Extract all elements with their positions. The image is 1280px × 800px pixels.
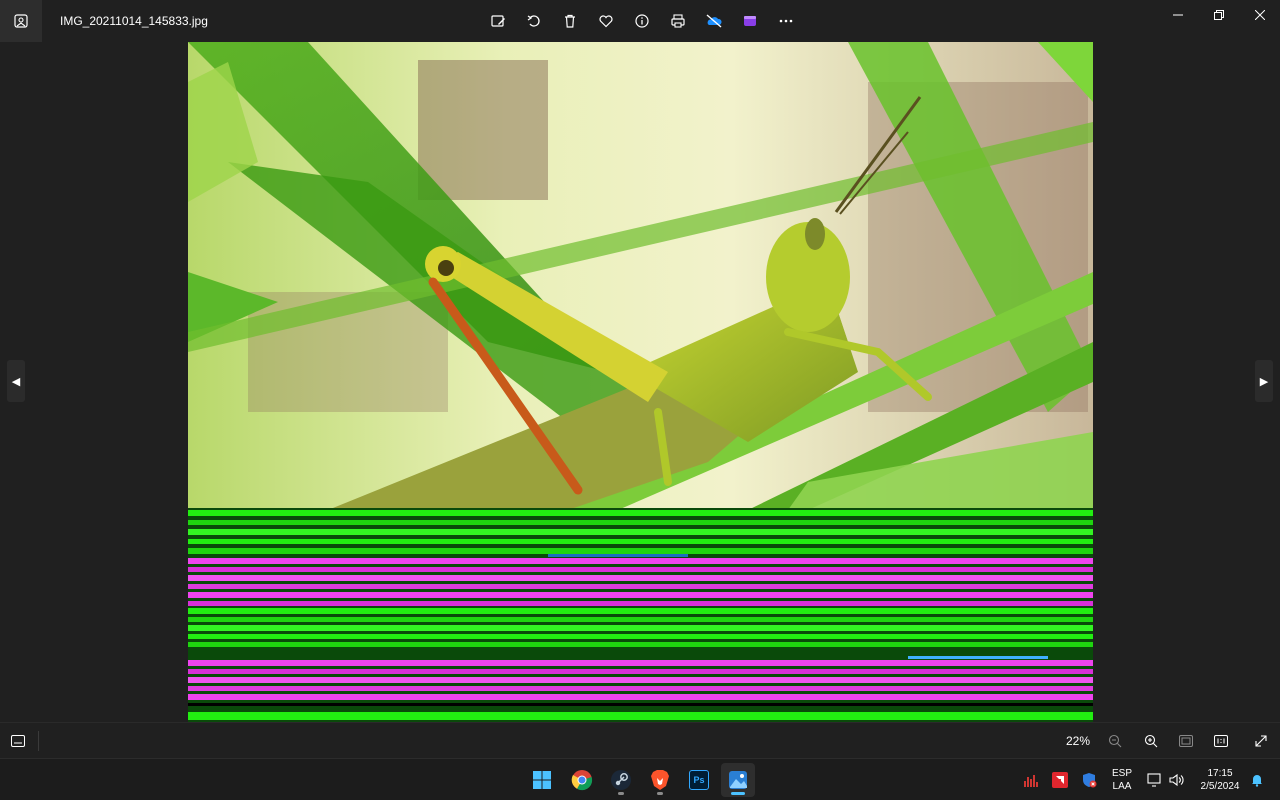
network-icon[interactable] (1146, 771, 1164, 789)
clock-date: 2/5/2024 (1200, 781, 1240, 792)
zoom-out-icon[interactable] (1104, 730, 1126, 752)
chrome-app[interactable] (565, 763, 599, 797)
steam-icon (611, 770, 631, 790)
chrome-icon (571, 770, 593, 791)
photo-canvas[interactable] (188, 42, 1093, 722)
security-warning-icon[interactable] (1080, 771, 1098, 789)
previous-image-button[interactable]: ◀ (7, 360, 25, 402)
start-button[interactable] (525, 763, 559, 797)
notification-bell-icon[interactable] (1248, 771, 1266, 789)
image-viewer: ◀ ▶ (0, 42, 1280, 722)
zoom-level[interactable]: 22% (1058, 734, 1098, 748)
actual-size-icon[interactable] (1210, 730, 1232, 752)
photoshop-app[interactable]: Ps (682, 763, 716, 797)
photos-app[interactable] (721, 763, 755, 797)
app-running-indicator (618, 792, 624, 795)
steam-app[interactable] (604, 763, 638, 797)
clipchamp-icon[interactable] (732, 4, 768, 38)
window-controls (1157, 0, 1280, 30)
amd-software-icon[interactable] (1051, 771, 1069, 789)
app-running-indicator (657, 792, 663, 795)
app-active-indicator (731, 792, 745, 795)
filmstrip-icon[interactable] (6, 729, 30, 753)
divider (38, 731, 39, 751)
windows-logo-icon (533, 771, 551, 789)
file-name: IMG_20211014_145833.jpg (60, 14, 208, 28)
status-bar: 22% (0, 722, 1280, 758)
onedrive-off-icon[interactable] (696, 4, 732, 38)
favorite-heart-icon[interactable] (588, 4, 624, 38)
fit-to-window-icon[interactable] (1175, 730, 1197, 752)
delete-icon[interactable] (552, 4, 588, 38)
volume-icon[interactable] (1168, 771, 1186, 789)
photos-icon (729, 771, 747, 789)
keyboard-layout: LAA (1112, 781, 1132, 792)
fullscreen-icon[interactable] (1250, 730, 1272, 752)
title-bar: IMG_20211014_145833.jpg (0, 0, 1280, 42)
next-image-button[interactable]: ▶ (1255, 360, 1273, 402)
system-clock[interactable]: 17:15 2/5/2024 (1192, 767, 1248, 793)
close-icon[interactable] (1239, 0, 1280, 30)
rotate-icon[interactable] (516, 4, 552, 38)
brave-app[interactable] (643, 763, 677, 797)
minimize-icon[interactable] (1157, 0, 1198, 30)
more-options-icon[interactable] (768, 4, 804, 38)
zoom-in-icon[interactable] (1140, 730, 1162, 752)
language-code: ESP (1111, 768, 1132, 779)
audio-meter-icon[interactable] (1022, 771, 1040, 789)
taskbar: Ps ESP LAA 17:15 2/5/2024 (0, 758, 1280, 800)
clock-time: 17:15 (1207, 768, 1233, 779)
image-toolbar (480, 4, 804, 38)
photos-app-icon[interactable] (0, 0, 42, 42)
edit-image-icon[interactable] (480, 4, 516, 38)
print-icon[interactable] (660, 4, 696, 38)
info-icon[interactable] (624, 4, 660, 38)
restore-icon[interactable] (1198, 0, 1239, 30)
photo-image (188, 42, 1093, 722)
photoshop-icon: Ps (689, 770, 709, 790)
brave-icon (651, 770, 669, 790)
input-language[interactable]: ESP LAA (1110, 767, 1134, 793)
